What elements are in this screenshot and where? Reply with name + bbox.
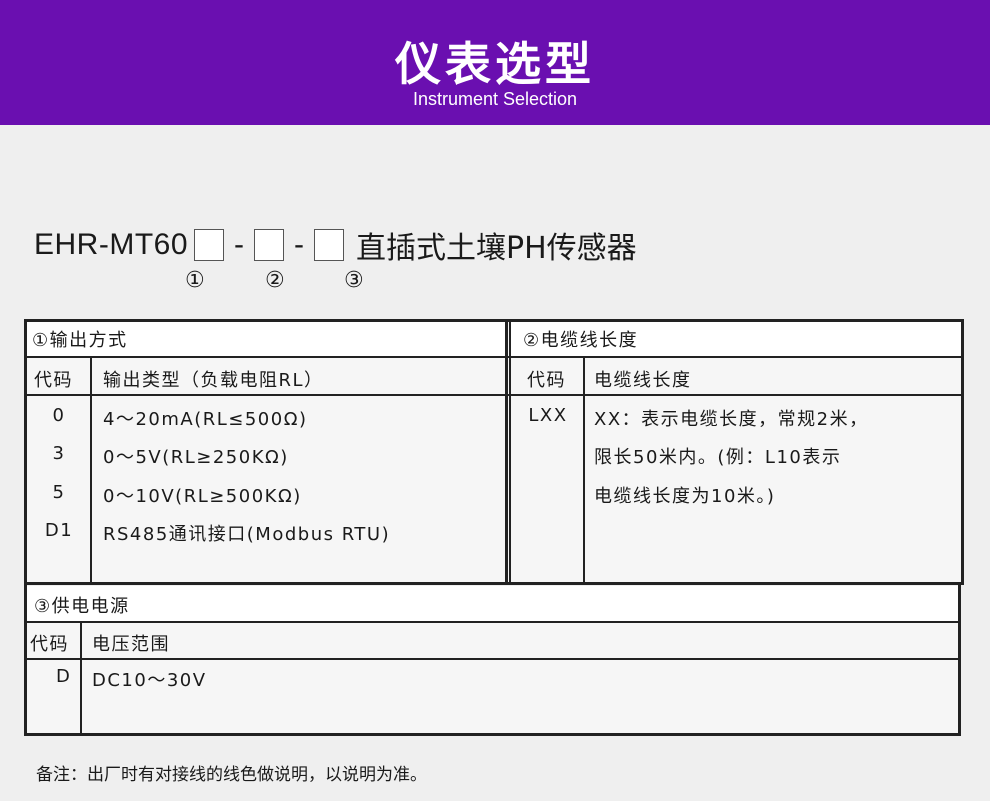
header-banner: 仪表选型 Instrument Selection (0, 0, 990, 125)
marker-2: ② (265, 268, 285, 293)
option-box-3 (314, 229, 345, 261)
s3-row-desc: DC10～30V (92, 670, 207, 691)
s2-code-divider (583, 358, 585, 584)
s1-row-desc: 0～5V(RL≥250KΩ) (103, 447, 289, 468)
s1-row-desc: 4～20mA(RL≤500Ω) (103, 409, 308, 430)
section3-col-desc: 电压范围 (92, 634, 170, 655)
section2-title: ②电缆线长度 (523, 330, 639, 351)
s2-desc-line: XX：表示电缆长度，常规2米， (594, 409, 869, 430)
s3-code-divider (80, 622, 82, 734)
dash-2: - (294, 228, 305, 261)
table-border-bottom (24, 733, 961, 736)
s1-code-divider (90, 358, 92, 584)
marker-1: ① (185, 268, 205, 293)
dash-1: - (234, 228, 245, 261)
s2-desc-line: 限长50米内。(例：L10表示 (594, 447, 842, 468)
section3-title-bg (26, 586, 958, 622)
s1-row-desc: RS485通讯接口(Modbus RTU) (103, 524, 391, 545)
header-line-2 (24, 394, 964, 396)
s3-row-code: D (56, 666, 72, 687)
footnote: 备注：出厂时有对接线的线色做说明，以说明为准。 (36, 765, 427, 785)
section2-col-desc: 电缆线长度 (594, 370, 692, 391)
marker-3: ③ (344, 268, 364, 293)
s3-header-line-1 (24, 621, 960, 623)
section2-col-code: 代码 (527, 370, 566, 391)
option-box-1 (194, 229, 225, 261)
table-border-right-upper (961, 319, 964, 584)
s2-desc-line: 电缆线长度为10米。) (594, 486, 776, 507)
s1-row-desc: 0～10V(RL≥500KΩ) (103, 486, 302, 507)
option-box-2 (254, 229, 285, 261)
section1-col-desc: 输出类型（负载电阻RL） (103, 370, 324, 391)
table-border-top (24, 319, 964, 322)
model-prefix: EHR-MT60 (34, 228, 189, 261)
section1-title: ①输出方式 (32, 330, 128, 351)
s1-row-code: D1 (44, 520, 74, 541)
model-name: 直插式土壤PH传感器 (356, 231, 637, 266)
page-subtitle: Instrument Selection (412, 89, 578, 109)
s1-row-code: 3 (52, 443, 66, 464)
s3-header-line-2 (24, 658, 960, 660)
table-border-left (24, 319, 27, 735)
model-code-line: EHR-MT60 - - 直插式土壤PH传感器 (34, 226, 637, 266)
s1-row-code: 5 (52, 482, 66, 503)
section-divider-inner (509, 319, 511, 584)
section1-col-code: 代码 (34, 370, 73, 391)
s1-row-code: 0 (52, 405, 66, 426)
header-line-1 (24, 356, 964, 358)
section3-col-code: 代码 (30, 634, 69, 655)
s2-row-code: LXX (528, 405, 568, 426)
section3-title: ③供电电源 (34, 596, 130, 617)
section-divider (505, 319, 508, 584)
page-title: 仪表选型 (395, 37, 595, 91)
upper-bottom-line (24, 582, 964, 585)
